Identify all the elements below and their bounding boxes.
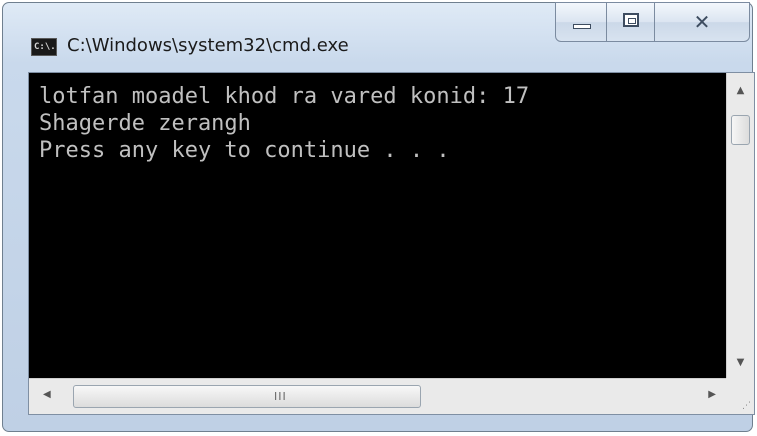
minimize-button[interactable] xyxy=(555,2,607,42)
vertical-scrollbar[interactable]: ▲ ▼ xyxy=(726,73,754,378)
size-grip[interactable]: ⋰ xyxy=(726,378,754,414)
maximize-button[interactable] xyxy=(607,2,655,42)
size-grip-icon: ⋰ xyxy=(742,401,751,411)
cmd-window: C:\. C:\Windows\system32\cmd.exe ✕ lotfa… xyxy=(2,2,755,432)
scroll-grip-icon: III xyxy=(274,390,287,403)
cmd-app-icon[interactable]: C:\. xyxy=(31,38,57,56)
close-button[interactable]: ✕ xyxy=(655,2,750,42)
caption-buttons: ✕ xyxy=(555,2,750,42)
console-line: Press any key to continue . . . xyxy=(39,138,450,163)
scroll-right-arrow-icon[interactable]: ▶ xyxy=(708,389,716,400)
console-output[interactable]: lotfan moadel khod ra vared konid: 17 Sha… xyxy=(29,73,726,378)
scroll-left-arrow-icon[interactable]: ◀ xyxy=(43,389,51,400)
vertical-scroll-thumb[interactable] xyxy=(731,115,750,145)
console-line: Shagerde zerangh xyxy=(39,111,251,136)
close-icon: ✕ xyxy=(693,10,711,34)
window-title: C:\Windows\system32\cmd.exe xyxy=(67,35,349,56)
title-bar[interactable]: C:\. C:\Windows\system32\cmd.exe ✕ xyxy=(3,2,752,69)
maximize-icon xyxy=(623,13,639,27)
horizontal-scrollbar[interactable]: ◀ III ▶ xyxy=(29,378,726,414)
scroll-down-arrow-icon[interactable]: ▼ xyxy=(727,357,754,368)
scroll-up-arrow-icon[interactable]: ▲ xyxy=(727,85,754,96)
console-line: lotfan moadel khod ra vared konid: 17 xyxy=(39,84,530,109)
minimize-icon xyxy=(573,24,591,29)
horizontal-scroll-thumb[interactable]: III xyxy=(73,385,421,408)
console-frame: lotfan moadel khod ra vared konid: 17 Sha… xyxy=(28,72,755,415)
